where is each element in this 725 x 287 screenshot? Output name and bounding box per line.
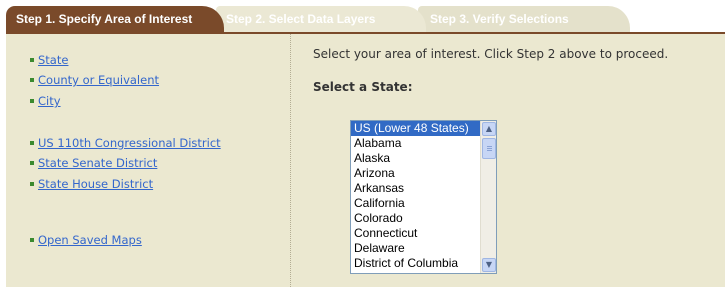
- scrollbar-thumb[interactable]: [482, 138, 496, 159]
- link-state-senate-district-label: State Senate District: [38, 156, 158, 170]
- listbox-scrollbar[interactable]: ▲ ▼: [480, 121, 496, 273]
- link-county[interactable]: County or Equivalent: [30, 73, 159, 87]
- state-option[interactable]: Alaska: [351, 151, 496, 166]
- bullet-icon: [30, 237, 34, 242]
- link-state-house-district-label: State House District: [38, 177, 154, 191]
- bullet-icon: [30, 181, 34, 186]
- state-option[interactable]: Connecticut: [351, 226, 496, 241]
- tab-step-2[interactable]: Step 2. Select Data Layers: [216, 6, 426, 32]
- state-option[interactable]: District of Columbia: [351, 256, 496, 271]
- chevron-up-icon[interactable]: ▲: [482, 122, 496, 136]
- select-state-label: Select a State:: [313, 80, 413, 94]
- state-option[interactable]: Arizona: [351, 166, 496, 181]
- link-open-saved-maps[interactable]: Open Saved Maps: [30, 233, 142, 247]
- step-tabs: Step 3. Verify Selections Step 2. Select…: [0, 0, 725, 33]
- link-state-label: State: [38, 53, 69, 67]
- instructions-text: Select your area of interest. Click Step…: [313, 47, 669, 61]
- link-state-house-district[interactable]: State House District: [30, 177, 153, 191]
- link-congressional-district[interactable]: US 110th Congressional District: [30, 136, 221, 150]
- bullet-icon: [30, 140, 34, 145]
- link-county-label: County or Equivalent: [38, 73, 160, 87]
- grip-line: [487, 150, 492, 151]
- link-open-saved-maps-label: Open Saved Maps: [38, 233, 142, 247]
- state-listbox[interactable]: US (Lower 48 States) Alabama Alaska Ariz…: [350, 120, 497, 274]
- state-option[interactable]: California: [351, 196, 496, 211]
- state-option[interactable]: US (Lower 48 States): [351, 121, 496, 136]
- tab-step-1[interactable]: Step 1. Specify Area of Interest: [6, 6, 224, 32]
- bullet-icon: [30, 57, 34, 62]
- link-city[interactable]: City: [30, 94, 61, 108]
- panel-divider: [290, 34, 291, 287]
- state-option[interactable]: Alabama: [351, 136, 496, 151]
- tab-step-3[interactable]: Step 3. Verify Selections: [418, 6, 630, 32]
- chevron-down-icon[interactable]: ▼: [482, 258, 496, 272]
- state-option[interactable]: Delaware: [351, 241, 496, 256]
- link-state-senate-district[interactable]: State Senate District: [30, 156, 157, 170]
- bullet-icon: [30, 160, 34, 165]
- grip-line: [487, 148, 492, 149]
- bullet-icon: [30, 98, 34, 103]
- grip-line: [487, 146, 492, 147]
- link-congressional-district-label: US 110th Congressional District: [38, 136, 221, 150]
- state-option[interactable]: Colorado: [351, 211, 496, 226]
- link-state[interactable]: State: [30, 53, 68, 67]
- bullet-icon: [30, 77, 34, 82]
- link-city-label: City: [38, 94, 61, 108]
- state-option[interactable]: Arkansas: [351, 181, 496, 196]
